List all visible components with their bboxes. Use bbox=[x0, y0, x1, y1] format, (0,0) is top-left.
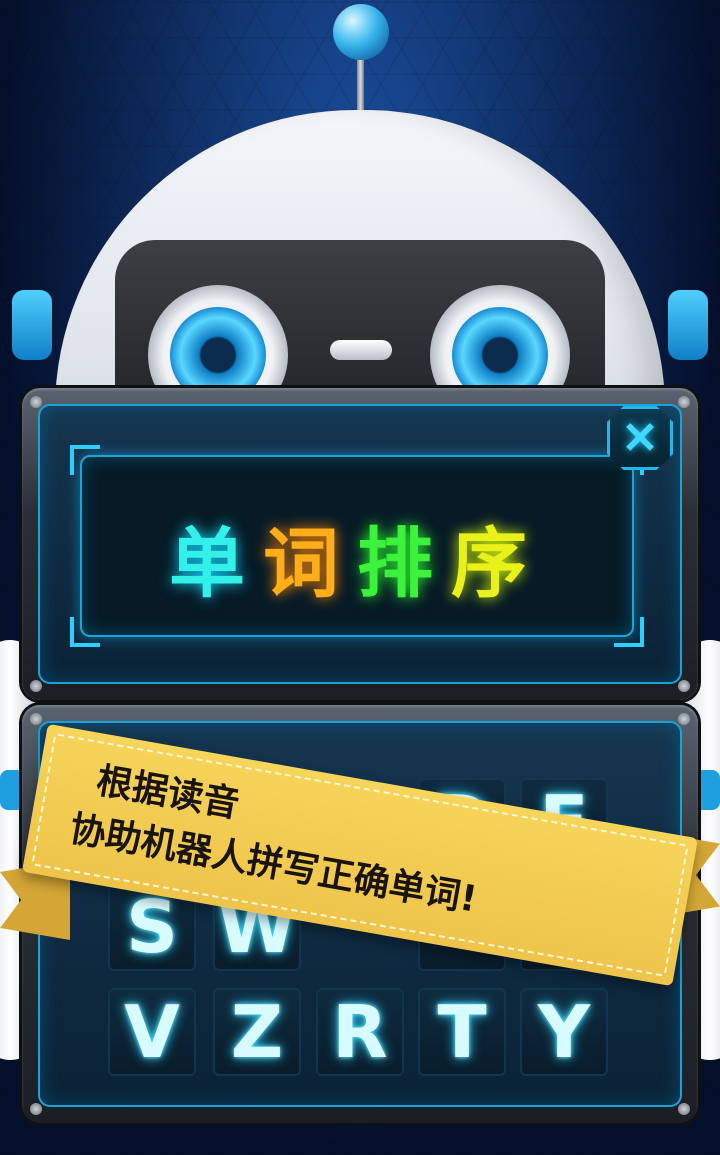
title-box: 单词排序 bbox=[70, 445, 644, 647]
letter-tile[interactable]: Z bbox=[213, 988, 301, 1076]
title-char-1: 单 bbox=[169, 519, 263, 608]
robot-antenna-ball bbox=[333, 4, 389, 60]
letter-tile[interactable]: T bbox=[418, 988, 506, 1076]
robot-mouth bbox=[330, 340, 392, 360]
title-char-2: 词 bbox=[263, 519, 357, 608]
letter-tile[interactable]: Y bbox=[520, 988, 608, 1076]
game-title: 单词排序 bbox=[82, 502, 632, 612]
letter-tile[interactable]: R bbox=[316, 988, 404, 1076]
close-icon: ✕ bbox=[621, 414, 659, 463]
title-char-4: 序 bbox=[451, 519, 545, 608]
close-button[interactable]: ✕ bbox=[607, 406, 673, 470]
letter-tile[interactable]: V bbox=[108, 988, 196, 1076]
robot-ear-right bbox=[668, 290, 708, 360]
robot-ear-left bbox=[12, 290, 52, 360]
title-char-3: 排 bbox=[357, 519, 451, 608]
